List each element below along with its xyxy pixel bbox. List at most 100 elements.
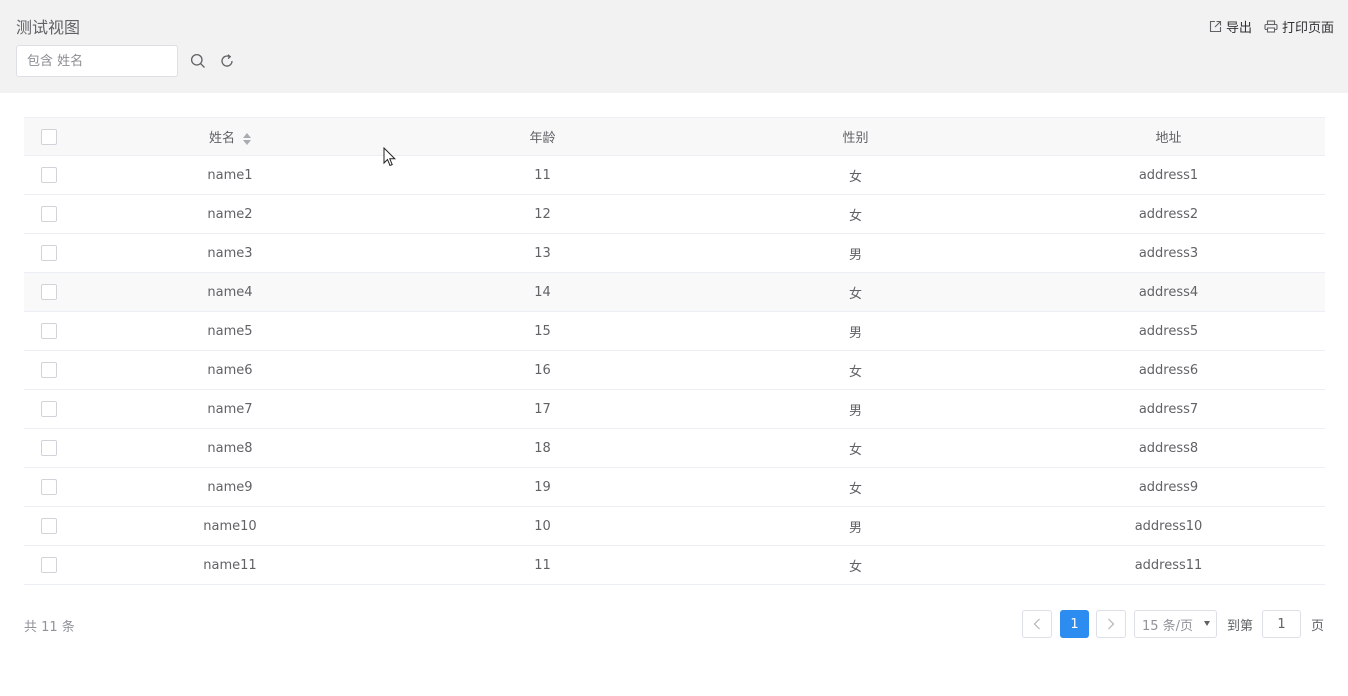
cell-gender: 女 (848, 481, 862, 497)
cell-address: address6 (1138, 362, 1199, 378)
print-button[interactable]: 打印页面 (1264, 16, 1334, 36)
row-checkbox[interactable] (41, 401, 57, 417)
cell-age: 13 (534, 245, 551, 261)
total-count: 共 11 条 (24, 620, 75, 635)
cell-address: address5 (1138, 323, 1199, 339)
row-select-cell (24, 206, 74, 222)
cell-address: address10 (1134, 518, 1203, 534)
cell-address: address9 (1138, 479, 1199, 495)
row-select-cell (24, 557, 74, 573)
row-select-cell (24, 518, 74, 534)
row-select-cell (24, 440, 74, 456)
table-row[interactable]: name8 18 女 address8 (24, 429, 1325, 468)
cell-name: name6 (207, 362, 253, 378)
cell-gender: 女 (848, 364, 862, 380)
cell-address: address11 (1134, 557, 1203, 573)
cell-name: name4 (207, 284, 253, 300)
next-page-button[interactable] (1095, 610, 1126, 638)
goto-page-input[interactable] (1261, 610, 1301, 638)
cell-name: name1 (207, 167, 253, 183)
table-row[interactable]: name2 12 女 address2 (24, 195, 1325, 234)
top-actions: 导出 打印页面 (1197, 16, 1334, 36)
cell-gender: 男 (848, 247, 862, 263)
cell-gender: 女 (848, 286, 862, 302)
select-all-cell (24, 128, 74, 145)
sort-icon[interactable] (243, 132, 251, 145)
table-row[interactable]: name9 19 女 address9 (24, 468, 1325, 507)
cell-age: 10 (534, 518, 551, 534)
table-header-row: 姓名 年龄 性别 地址 (24, 117, 1325, 156)
page-size-select[interactable]: 15 条/页 (1133, 610, 1217, 638)
table-row[interactable]: name3 13 男 address3 (24, 234, 1325, 273)
cell-age: 11 (534, 167, 551, 183)
page-title: 测试视图 (16, 18, 81, 37)
chevron-right-icon (1108, 618, 1115, 630)
cell-address: address2 (1138, 206, 1199, 222)
prev-page-button[interactable] (1021, 610, 1052, 638)
table-row[interactable]: name6 16 女 address6 (24, 351, 1325, 390)
export-icon (1209, 20, 1222, 32)
row-checkbox[interactable] (41, 479, 57, 495)
search-icon[interactable] (188, 51, 208, 71)
printer-icon (1264, 19, 1278, 33)
page-header: 测试视图 导出 打印页面 (0, 0, 1348, 93)
data-table: 姓名 年龄 性别 地址 name1 11 女 address1 name2 12… (24, 117, 1325, 585)
table-row[interactable]: name1 11 女 address1 (24, 156, 1325, 195)
cell-address: address1 (1138, 167, 1199, 183)
export-button[interactable]: 导出 (1209, 16, 1252, 36)
cell-name: name2 (207, 206, 253, 222)
cell-gender: 女 (848, 169, 862, 185)
row-select-cell (24, 167, 74, 183)
column-header-age: 年龄 (529, 131, 556, 146)
cell-gender: 男 (848, 325, 862, 341)
table-row[interactable]: name7 17 男 address7 (24, 390, 1325, 429)
row-checkbox[interactable] (41, 323, 57, 339)
column-header-label: 姓名 (208, 131, 235, 146)
print-label: 打印页面 (1281, 20, 1334, 36)
row-select-cell (24, 323, 74, 339)
cell-age: 18 (534, 440, 551, 456)
row-select-cell (24, 284, 74, 300)
cell-address: address7 (1138, 401, 1199, 417)
row-select-cell (24, 401, 74, 417)
cell-age: 19 (534, 479, 551, 495)
column-header-gender: 性别 (842, 131, 869, 146)
refresh-icon[interactable] (217, 51, 237, 71)
cell-address: address8 (1138, 440, 1199, 456)
row-select-cell (24, 479, 74, 495)
row-select-cell (24, 245, 74, 261)
cell-age: 15 (534, 323, 551, 339)
cell-name: name9 (207, 479, 253, 495)
caret-down-icon (1203, 621, 1210, 626)
table-row[interactable]: name5 15 男 address5 (24, 312, 1325, 351)
select-all-checkbox[interactable] (41, 128, 57, 145)
cell-name: name8 (207, 440, 253, 456)
table-row[interactable]: name10 10 男 address10 (24, 507, 1325, 546)
cell-name: name5 (207, 323, 253, 339)
row-checkbox[interactable] (41, 206, 57, 222)
page-suffix-label: 页 (1310, 618, 1324, 634)
row-checkbox[interactable] (41, 518, 57, 534)
cell-gender: 女 (848, 559, 862, 575)
column-header-name[interactable]: 姓名 (74, 127, 386, 146)
page-number-button[interactable]: 1 (1059, 610, 1089, 638)
row-select-cell (24, 362, 74, 378)
export-label: 导出 (1225, 20, 1252, 36)
row-checkbox[interactable] (41, 245, 57, 261)
chevron-left-icon (1033, 618, 1040, 630)
column-header-address: 地址 (1155, 131, 1182, 146)
cell-address: address4 (1138, 284, 1199, 300)
row-checkbox[interactable] (41, 557, 57, 573)
row-checkbox[interactable] (41, 362, 57, 378)
cell-age: 16 (534, 362, 551, 378)
row-checkbox[interactable] (41, 284, 57, 300)
cell-gender: 女 (848, 208, 862, 224)
search-input[interactable] (16, 45, 178, 77)
cell-age: 14 (534, 284, 551, 300)
cell-gender: 男 (848, 403, 862, 419)
table-row[interactable]: name4 14 女 address4 (24, 273, 1325, 312)
row-checkbox[interactable] (41, 167, 57, 183)
row-checkbox[interactable] (41, 440, 57, 456)
table-row[interactable]: name11 11 女 address11 (24, 546, 1325, 585)
pagination: 1 15 条/页 到第 页 (1021, 610, 1324, 638)
